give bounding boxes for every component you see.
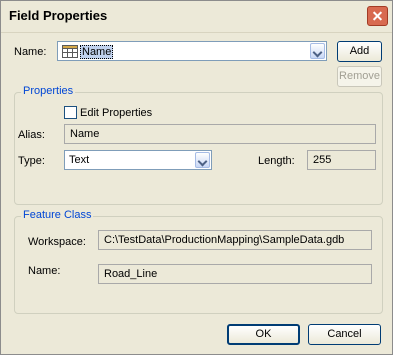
length-field[interactable]: 255 — [307, 150, 376, 170]
alias-label: Alias: — [18, 129, 45, 141]
feature-class-group-title: Feature Class — [21, 209, 94, 221]
name-label: Name: — [14, 46, 47, 58]
add-button[interactable]: Add — [337, 41, 382, 62]
ok-button[interactable]: OK — [227, 324, 300, 345]
title-bar: Field Properties — [1, 1, 392, 33]
feature-class-name-value: Road_Line — [104, 268, 158, 280]
alias-value: Name — [70, 128, 100, 140]
feature-class-name-label: Name: — [28, 265, 61, 277]
table-icon — [62, 45, 78, 58]
edit-properties-label: Edit Properties — [80, 107, 153, 119]
workspace-value: C:\TestData\ProductionMapping\SampleData… — [104, 234, 345, 246]
field-properties-dialog: Field Properties Name: Name Add Remove P… — [0, 0, 393, 355]
type-value: Text — [69, 154, 90, 166]
type-dropdown[interactable]: Text — [64, 150, 212, 170]
alias-field[interactable]: Name — [64, 124, 376, 144]
chevron-down-icon[interactable] — [195, 152, 210, 168]
chevron-down-icon[interactable] — [310, 43, 325, 59]
close-button[interactable] — [367, 6, 388, 26]
type-label: Type: — [18, 155, 45, 167]
length-label: Length: — [258, 155, 295, 167]
feature-class-name-field[interactable]: Road_Line — [98, 264, 372, 284]
properties-group-title: Properties — [21, 85, 76, 97]
dialog-title: Field Properties — [9, 8, 108, 23]
length-value: 255 — [313, 154, 332, 166]
workspace-field[interactable]: C:\TestData\ProductionMapping\SampleData… — [98, 230, 372, 250]
remove-button[interactable]: Remove — [337, 66, 382, 87]
field-name-dropdown[interactable]: Name — [57, 41, 327, 61]
workspace-label: Workspace: — [28, 236, 86, 248]
cancel-button[interactable]: Cancel — [308, 324, 381, 345]
field-name-value: Name — [80, 45, 114, 59]
edit-properties-checkbox[interactable] — [64, 106, 77, 119]
